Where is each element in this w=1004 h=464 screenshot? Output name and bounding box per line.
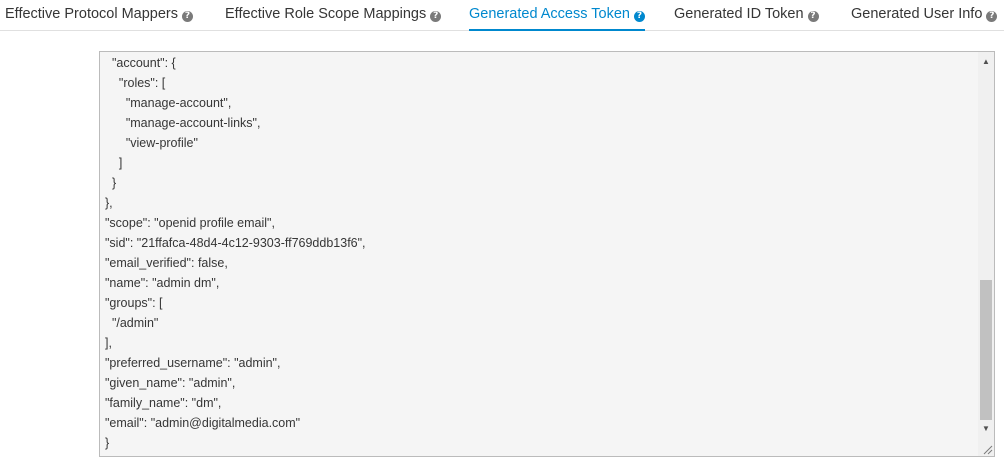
code-line: "scope": "openid profile email", xyxy=(105,216,275,230)
code-line: "/admin" xyxy=(105,316,159,330)
code-line: "family_name": "dm", xyxy=(105,396,222,410)
code-line: } xyxy=(105,436,110,450)
tab-effective-protocol-mappers[interactable]: Effective Protocol Mappers? xyxy=(5,0,194,31)
tab-label: Generated User Info xyxy=(851,6,983,22)
code-line: "account": { xyxy=(105,56,176,70)
tab-generated-user-info[interactable]: Generated User Info? xyxy=(851,0,998,31)
scrollbar-thumb[interactable] xyxy=(980,280,992,420)
resize-grip-icon[interactable] xyxy=(981,443,993,455)
code-line: "groups": [ xyxy=(105,296,163,310)
code-line: }, xyxy=(105,196,113,210)
tab-label: Generated ID Token xyxy=(674,6,804,22)
code-line: "email": "admin@digitalmedia.com" xyxy=(105,416,301,430)
token-tabs: Effective Protocol Mappers? Effective Ro… xyxy=(0,0,1004,31)
vertical-scrollbar[interactable]: ▲ ▼ xyxy=(978,52,994,456)
help-circle-icon[interactable]: ? xyxy=(182,11,194,22)
code-line: "manage-account", xyxy=(105,96,232,110)
tab-label: Generated Access Token xyxy=(469,6,630,22)
tab-effective-role-scope-mappings[interactable]: Effective Role Scope Mappings? xyxy=(225,0,442,31)
access-token-textarea[interactable]: "account": { "roles": [ "manage-account"… xyxy=(99,51,995,457)
scroll-down-arrow-icon[interactable]: ▼ xyxy=(978,421,994,437)
code-line: "given_name": "admin", xyxy=(105,376,236,390)
code-line: "name": "admin dm", xyxy=(105,276,220,290)
scroll-up-arrow-icon[interactable]: ▲ xyxy=(978,54,994,70)
tab-generated-access-token[interactable]: Generated Access Token? xyxy=(469,0,645,31)
tab-generated-id-token[interactable]: Generated ID Token? xyxy=(674,0,819,31)
code-line: "view-profile" xyxy=(105,136,198,150)
token-json: "account": { "roles": [ "manage-account"… xyxy=(105,53,974,453)
code-line: "roles": [ xyxy=(105,76,166,90)
code-line: ] xyxy=(105,156,123,170)
help-circle-icon[interactable]: ? xyxy=(633,11,645,22)
code-line: } xyxy=(105,176,117,190)
code-line: ], xyxy=(105,336,112,350)
tab-label: Effective Protocol Mappers xyxy=(5,6,179,22)
code-line: "manage-account-links", xyxy=(105,116,261,130)
code-line: "email_verified": false, xyxy=(105,256,228,270)
help-circle-icon[interactable]: ? xyxy=(986,11,998,22)
help-circle-icon[interactable]: ? xyxy=(807,11,819,22)
help-circle-icon[interactable]: ? xyxy=(430,11,442,22)
code-line: "preferred_username": "admin", xyxy=(105,356,281,370)
code-line: "sid": "21ffafca-48d4-4c12-9303-ff769ddb… xyxy=(105,236,366,250)
tab-label: Effective Role Scope Mappings xyxy=(225,6,427,22)
